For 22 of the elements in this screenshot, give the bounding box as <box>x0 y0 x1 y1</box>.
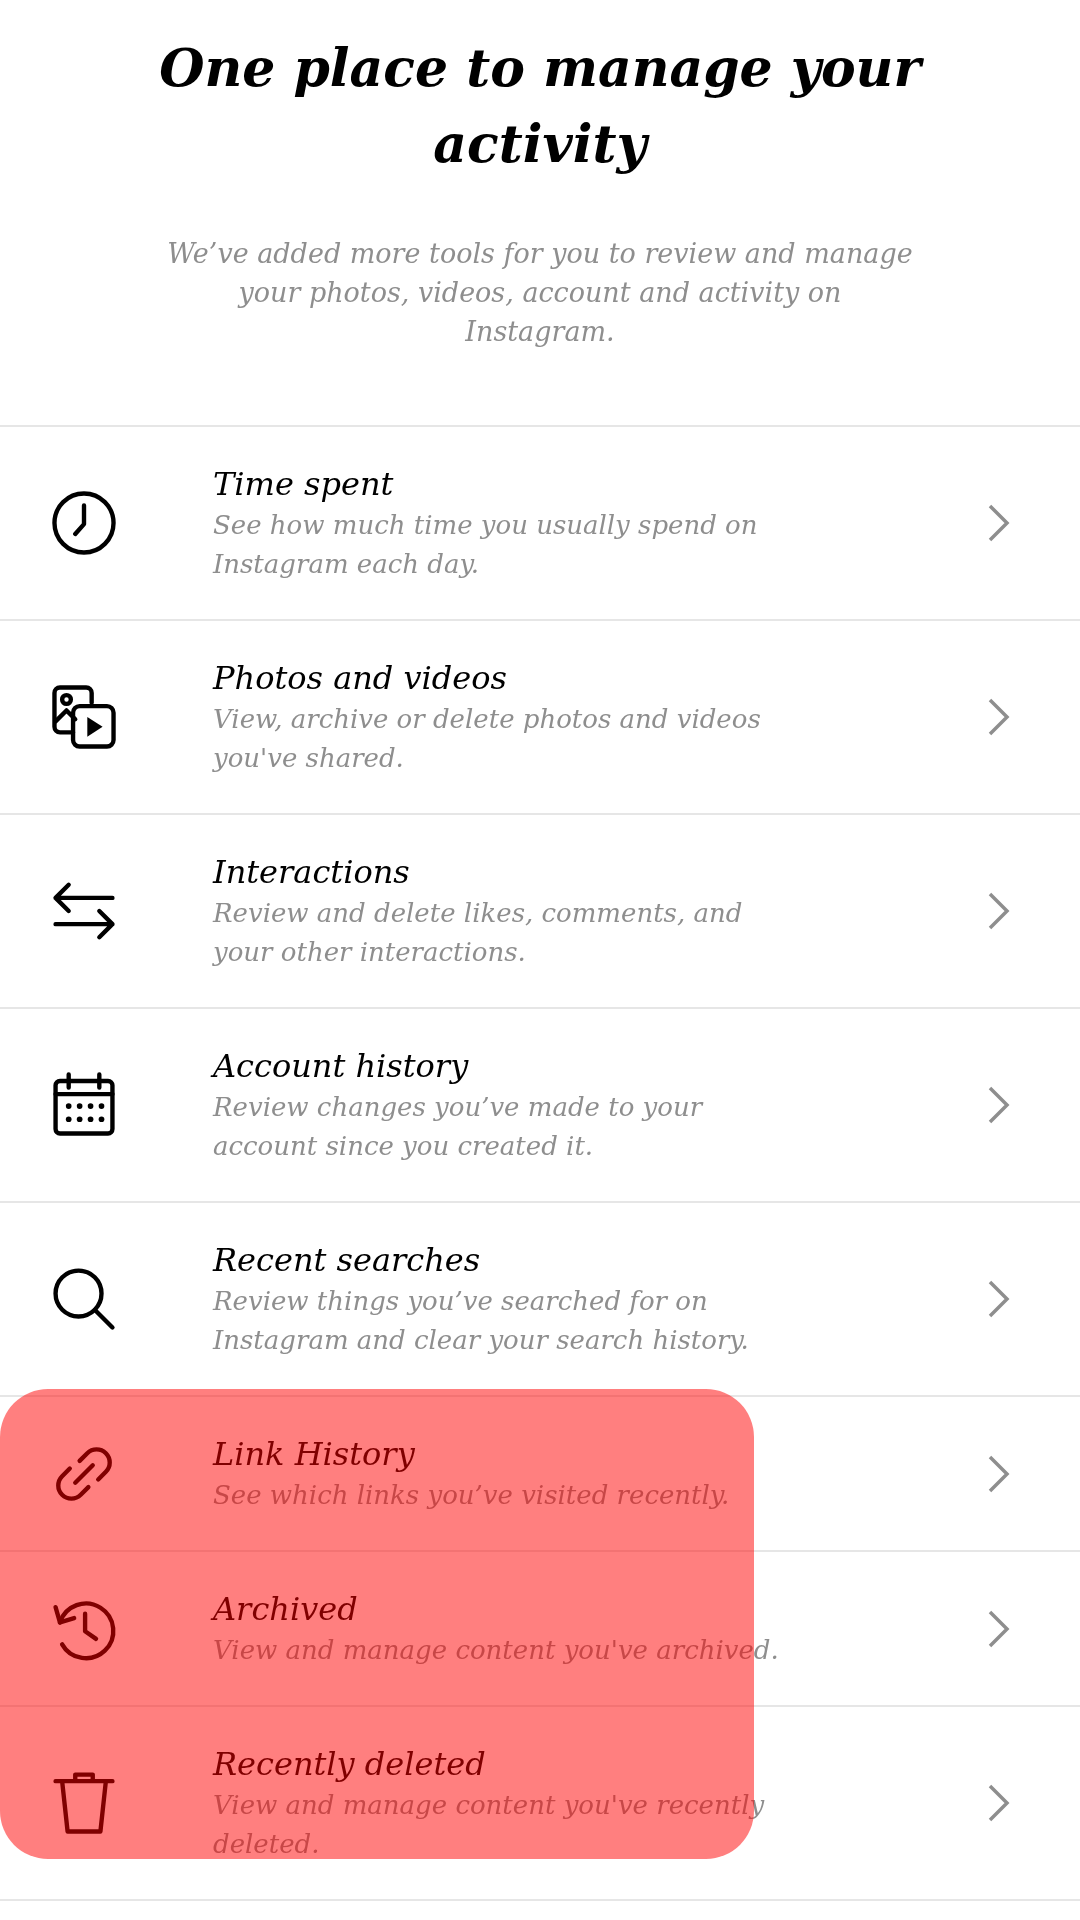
chevron-icon[interactable] <box>987 1279 1011 1319</box>
page-title: One place to manage your activity <box>140 30 940 182</box>
item-title[interactable]: Photos and videos <box>213 656 930 700</box>
page-subtitle: We’ve added more tools for you to review and manage your photos, videos, account and activity on Instagram. <box>166 237 914 349</box>
item-description: See which links you’ve visited recently. <box>213 1479 731 1512</box>
item-title[interactable]: Link History <box>213 1432 930 1476</box>
item-title[interactable]: Recent searches <box>213 1238 930 1282</box>
item-title[interactable]: Time spent <box>213 462 930 506</box>
chevron-icon[interactable] <box>987 697 1011 737</box>
item-title[interactable]: Interactions <box>213 850 930 894</box>
chevron-icon[interactable] <box>987 1453 1011 1494</box>
item-description: See how much time you usually spend on Instagram each day. <box>213 509 759 581</box>
item-description: Review things you’ve searched for on Instagram and clear your search history. <box>213 1285 750 1357</box>
item-description: Review changes you’ve made to your account since you created it. <box>213 1091 705 1163</box>
chevron-icon[interactable] <box>987 891 1011 931</box>
chevron-icon[interactable] <box>987 1085 1011 1125</box>
item-description: Review and delete likes, comments, and your other interactions. <box>213 897 744 969</box>
chevron-icon[interactable] <box>987 1783 1011 1823</box>
item-title[interactable]: Recently deleted <box>213 1742 930 1786</box>
chevron-icon[interactable] <box>987 1608 1011 1649</box>
chevron-icon[interactable] <box>987 503 1011 543</box>
item-description: View, archive or delete photos and videos you've shared. <box>213 703 762 775</box>
